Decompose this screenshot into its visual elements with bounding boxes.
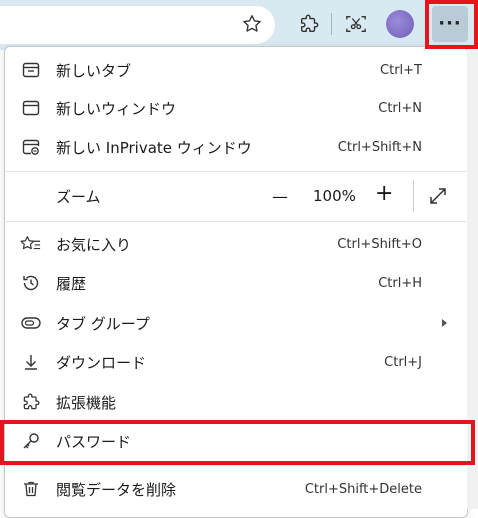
menu-item-shortcut: Ctrl+T — [380, 62, 422, 78]
toolbar-divider — [331, 13, 332, 35]
menu-item-downloads[interactable]: ダウンロード Ctrl+J — [6, 342, 466, 382]
expand-icon[interactable] — [427, 185, 449, 207]
menu-divider — [6, 465, 466, 466]
zoom-level: 100% — [313, 187, 356, 205]
web-capture-icon[interactable] — [342, 10, 370, 38]
key-icon — [20, 430, 42, 452]
menu-item-shortcut: Ctrl+N — [378, 100, 422, 116]
menu-item-shortcut: Ctrl+Shift+Delete — [304, 481, 422, 497]
scrollbar[interactable] — [467, 46, 478, 509]
menu-item-label: タブ グループ — [56, 314, 150, 333]
menu-item-label: ダウンロード — [56, 353, 147, 372]
menu-divider — [6, 221, 466, 222]
tab-groups-icon — [20, 312, 42, 334]
menu-item-label: パスワード — [56, 432, 132, 451]
menu-item-label: お気に入り — [56, 235, 132, 254]
menu-item-new-inprivate-window[interactable]: 新しい InPrivate ウィンドウ Ctrl+Shift+N — [6, 127, 466, 167]
chevron-right-icon — [442, 319, 447, 327]
settings-and-more-button[interactable]: ··· — [432, 6, 468, 42]
menu-item-shortcut: Ctrl+J — [384, 354, 422, 370]
menu-item-label: 履歴 — [56, 274, 87, 293]
zoom-divider — [413, 180, 414, 212]
menu-item-extensions[interactable]: 拡張機能 — [6, 382, 466, 422]
menu-divider — [6, 171, 466, 172]
menu-item-label: 拡張機能 — [56, 393, 117, 412]
menu-item-shortcut: Ctrl+Shift+N — [337, 139, 422, 155]
menu-item-favorites[interactable]: お気に入り Ctrl+Shift+O — [6, 224, 466, 264]
zoom-in-button[interactable]: + — [375, 181, 393, 206]
window-icon — [20, 97, 42, 119]
avatar[interactable] — [386, 10, 414, 38]
history-icon — [20, 272, 42, 294]
trash-icon — [20, 478, 42, 500]
menu-item-label: 新しい InPrivate ウィンドウ — [56, 138, 252, 157]
menu-item-label: 新しいタブ — [56, 61, 132, 80]
browser-toolbar: ··· — [0, 0, 478, 50]
inprivate-window-icon — [20, 136, 42, 158]
menu-item-zoom: ズーム — 100% + — [6, 176, 466, 216]
zoom-label: ズーム — [56, 187, 101, 206]
menu-item-label: 閲覧データを削除 — [56, 480, 177, 499]
star-outline-icon[interactable] — [238, 10, 266, 38]
menu-item-passwords[interactable]: パスワード — [6, 421, 466, 461]
menu-item-history[interactable]: 履歴 Ctrl+H — [6, 263, 466, 303]
menu-item-new-window[interactable]: 新しいウィンドウ Ctrl+N — [6, 88, 466, 128]
menu-item-new-tab[interactable]: 新しいタブ Ctrl+T — [6, 50, 466, 90]
puzzle-icon[interactable] — [295, 10, 323, 38]
new-tab-icon — [20, 59, 42, 81]
menu-item-label: 新しいウィンドウ — [56, 99, 177, 118]
menu-item-tab-groups[interactable]: タブ グループ — [6, 303, 466, 343]
address-bar[interactable] — [0, 6, 275, 44]
menu-item-clear-browsing-data[interactable]: 閲覧データを削除 Ctrl+Shift+Delete — [6, 469, 466, 509]
zoom-out-button[interactable]: — — [272, 187, 288, 206]
settings-menu: 新しいタブ Ctrl+T 新しいウィンドウ Ctrl+N 新しい InPriva… — [4, 46, 468, 518]
favorites-icon — [20, 233, 42, 255]
menu-item-shortcut: Ctrl+H — [378, 275, 422, 291]
menu-item-shortcut: Ctrl+Shift+O — [337, 236, 422, 252]
download-icon — [20, 351, 42, 373]
puzzle-icon — [20, 391, 42, 413]
